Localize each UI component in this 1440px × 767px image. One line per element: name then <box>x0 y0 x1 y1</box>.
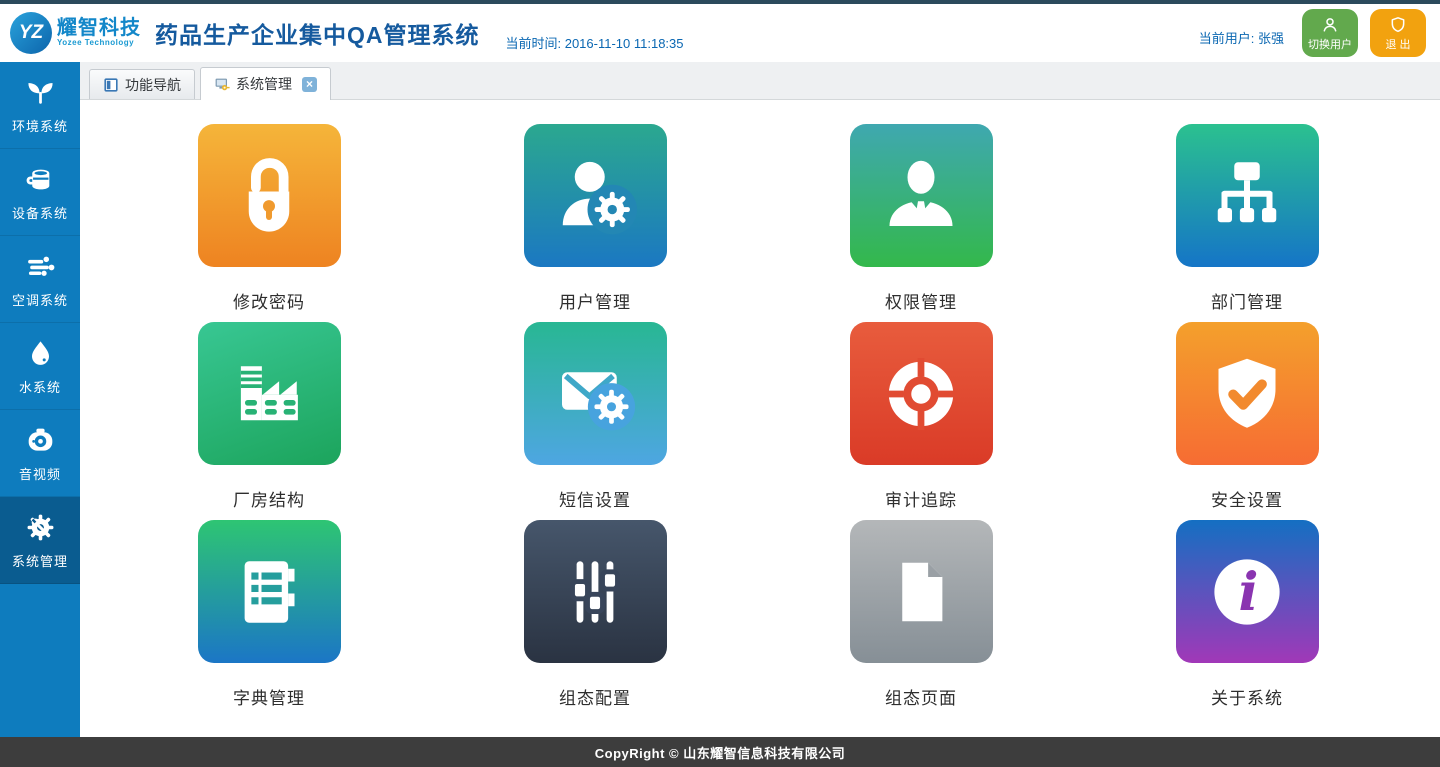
tile-label: 关于系统 <box>1211 684 1283 709</box>
sidebar-item-label: 设备系统 <box>12 203 68 222</box>
tab-system-management[interactable]: 系统管理 × <box>200 67 331 100</box>
tile-grid: 修改密码 用户管理 <box>80 100 1440 718</box>
factory-icon <box>198 322 341 465</box>
logout-label: 退 出 <box>1385 36 1410 52</box>
footer: CopyRight © 山东耀智信息科技有限公司 <box>0 737 1440 767</box>
company-logo: YZ 耀智科技 Yozee Technology <box>10 12 141 54</box>
current-time: 当前时间: 2016-11-10 11:18:35 <box>506 33 684 62</box>
gear-wrench-icon <box>24 511 57 544</box>
tile-label: 厂房结构 <box>233 486 305 511</box>
info-icon: i <box>1176 520 1319 663</box>
tile-label: 组态页面 <box>885 684 957 709</box>
sidebar: 环境系统 设备系统 空调系统 水系统 <box>0 62 80 737</box>
tab-label: 系统管理 <box>236 74 292 94</box>
shield-icon <box>1388 15 1408 35</box>
sidebar-item-label: 音视频 <box>19 464 61 483</box>
tile-label: 用户管理 <box>559 288 631 313</box>
sidebar-item-label: 空调系统 <box>12 290 68 309</box>
tile-label: 安全设置 <box>1211 486 1283 511</box>
user-icon <box>1320 15 1340 35</box>
app-header: YZ 耀智科技 Yozee Technology 药品生产企业集中QA管理系统 … <box>0 4 1440 62</box>
sidebar-item-hvac[interactable]: 空调系统 <box>0 236 80 323</box>
brand-name-en: Yozee Technology <box>57 39 141 47</box>
tile-dictionary-management[interactable]: 字典管理 <box>106 520 432 718</box>
tile-config-pages[interactable]: 组态页面 <box>758 520 1084 718</box>
tile-config-setup[interactable]: 组态配置 <box>432 520 758 718</box>
logo-monogram: YZ <box>10 12 52 54</box>
tile-security-settings[interactable]: 安全设置 <box>1084 322 1410 520</box>
sidebar-item-water[interactable]: 水系统 <box>0 323 80 410</box>
unlock-icon <box>198 124 341 267</box>
tab-close-icon[interactable]: × <box>302 77 317 92</box>
tab-label: 功能导航 <box>125 75 181 95</box>
current-user: 当前用户: 张强 <box>1199 28 1284 57</box>
page-title: 药品生产企业集中QA管理系统 <box>155 16 480 50</box>
sidebar-item-label: 系统管理 <box>12 551 68 570</box>
business-user-icon <box>850 124 993 267</box>
page-icon <box>850 520 993 663</box>
tile-label: 字典管理 <box>233 684 305 709</box>
airflow-icon <box>24 250 57 283</box>
user-gear-icon <box>524 124 667 267</box>
tab-function-nav[interactable]: 功能导航 <box>89 69 195 99</box>
monitor-key-icon <box>214 76 230 92</box>
camera-icon <box>24 424 57 457</box>
svg-text:i: i <box>1239 562 1259 623</box>
tile-label: 短信设置 <box>559 486 631 511</box>
tile-label: 组态配置 <box>559 684 631 709</box>
copyright-text: CopyRight © 山东耀智信息科技有限公司 <box>595 743 846 762</box>
sliders-icon <box>524 520 667 663</box>
sidebar-item-environment[interactable]: 环境系统 <box>0 62 80 149</box>
tile-department-management[interactable]: 部门管理 <box>1084 124 1410 322</box>
tile-permission-management[interactable]: 权限管理 <box>758 124 1084 322</box>
brand-name-cn: 耀智科技 <box>57 18 141 39</box>
shield-check-icon <box>1176 322 1319 465</box>
mail-gear-icon <box>524 322 667 465</box>
layout-icon <box>103 77 119 93</box>
water-drop-icon <box>24 337 57 370</box>
tile-change-password[interactable]: 修改密码 <box>106 124 432 322</box>
sidebar-item-label: 环境系统 <box>12 116 68 135</box>
switch-user-button[interactable]: 切换用户 <box>1302 9 1358 57</box>
tile-label: 部门管理 <box>1211 288 1283 313</box>
tile-about-system[interactable]: i 关于系统 <box>1084 520 1410 718</box>
dictionary-icon <box>198 520 341 663</box>
sidebar-item-system[interactable]: 系统管理 <box>0 497 80 584</box>
tab-bar: 功能导航 系统管理 × <box>80 62 1440 100</box>
switch-user-label: 切换用户 <box>1308 36 1352 52</box>
tile-sms-settings[interactable]: 短信设置 <box>432 322 758 520</box>
logout-button[interactable]: 退 出 <box>1370 9 1426 57</box>
sidebar-item-equipment[interactable]: 设备系统 <box>0 149 80 236</box>
tile-user-management[interactable]: 用户管理 <box>432 124 758 322</box>
tile-label: 修改密码 <box>233 288 305 313</box>
sidebar-item-label: 水系统 <box>19 377 61 396</box>
sidebar-item-av[interactable]: 音视频 <box>0 410 80 497</box>
tile-plant-structure[interactable]: 厂房结构 <box>106 322 432 520</box>
equipment-mug-icon <box>24 163 57 196</box>
target-icon <box>850 322 993 465</box>
org-chart-icon <box>1176 124 1319 267</box>
tile-label: 权限管理 <box>885 288 957 313</box>
launcher-content: 修改密码 用户管理 <box>80 100 1440 737</box>
tile-audit-trail[interactable]: 审计追踪 <box>758 322 1084 520</box>
tile-label: 审计追踪 <box>885 486 957 511</box>
seedling-icon <box>24 76 57 109</box>
